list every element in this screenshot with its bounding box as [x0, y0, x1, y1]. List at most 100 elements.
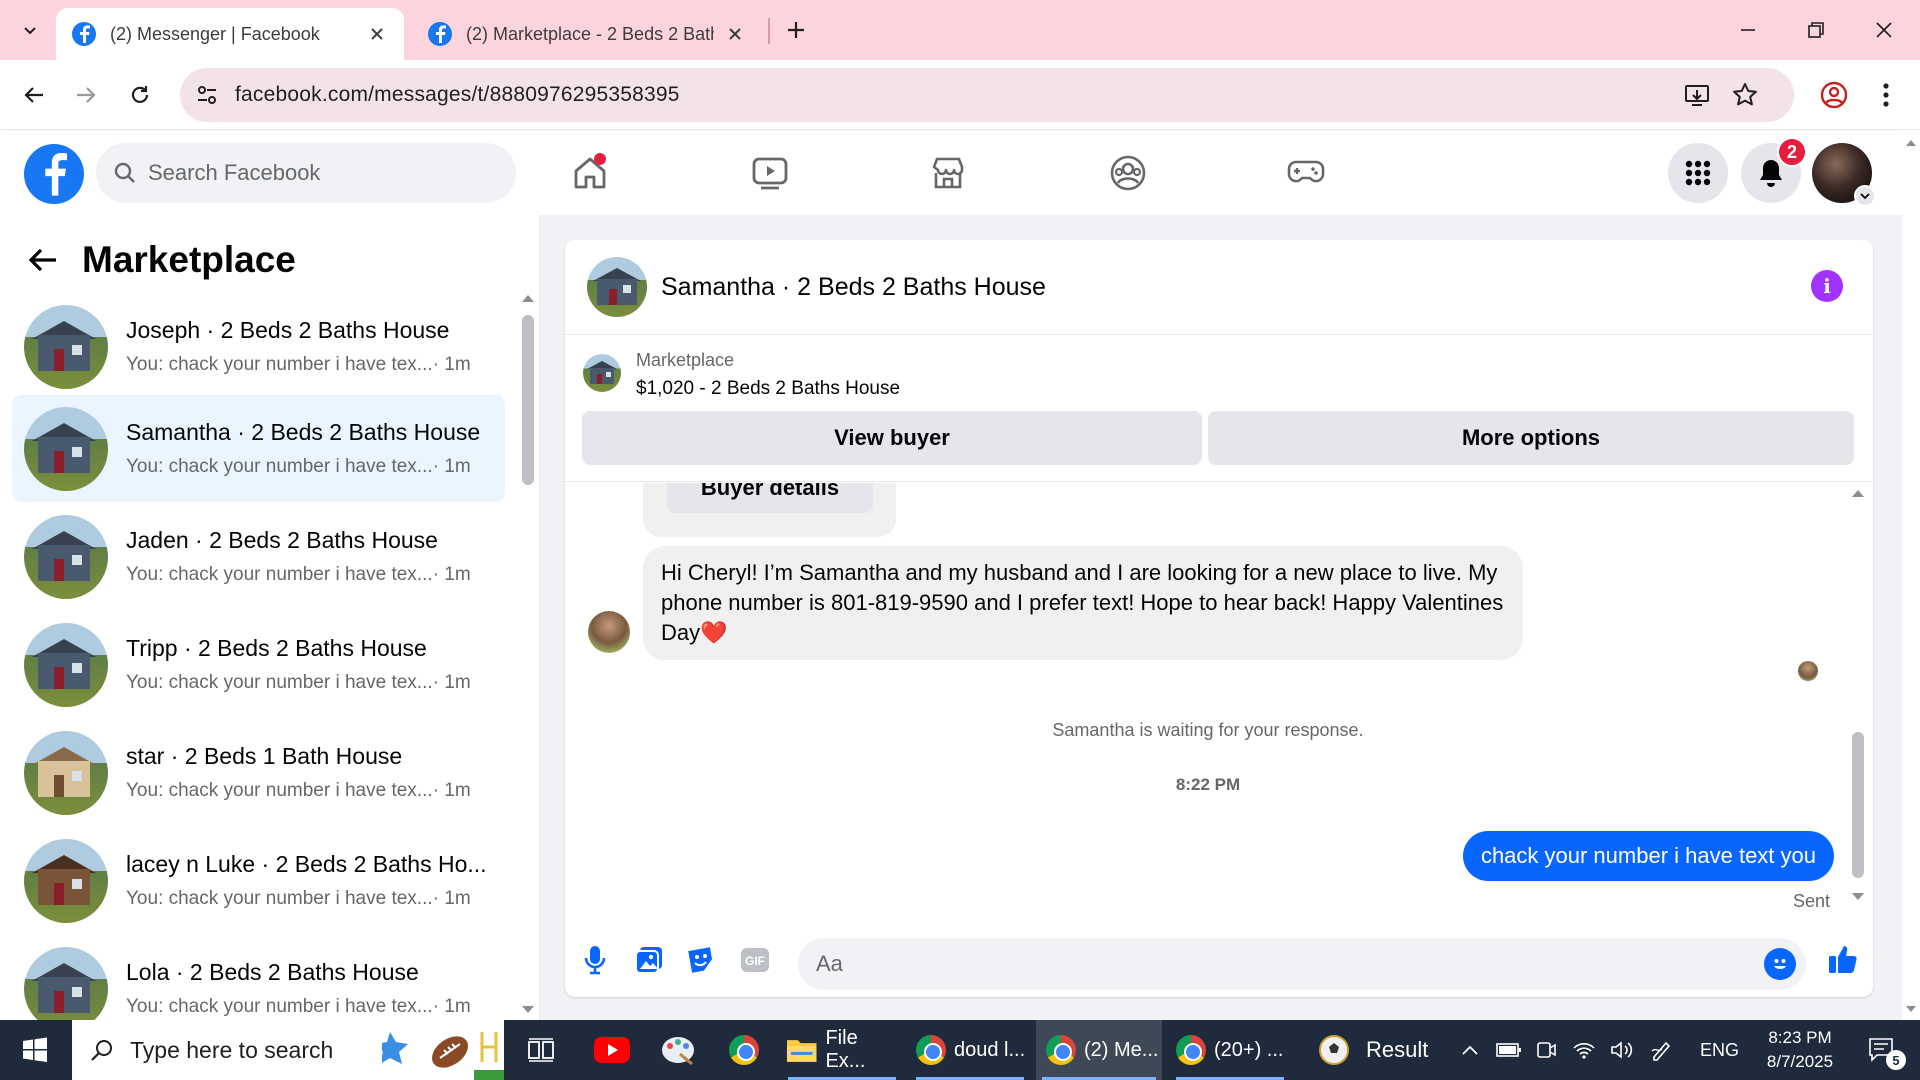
pen-icon[interactable]	[1650, 1039, 1674, 1061]
reload-button[interactable]	[120, 75, 160, 115]
facebook-search-box[interactable]	[96, 143, 516, 203]
nav-groups[interactable]	[1098, 145, 1158, 201]
sender-avatar[interactable]	[588, 611, 630, 653]
taskbar-chrome-facebook[interactable]: (20+) ...	[1170, 1020, 1290, 1080]
account-avatar[interactable]	[1812, 143, 1876, 207]
battery-icon[interactable]	[1496, 1041, 1522, 1059]
nav-marketplace[interactable]	[918, 145, 978, 201]
conversation-time: · 1m	[432, 780, 471, 801]
conversation-item[interactable]: star · 2 Beds 1 Bath House You: chack you…	[12, 719, 505, 826]
close-window-button[interactable]	[1850, 0, 1918, 60]
tab-search-dropdown[interactable]	[10, 10, 50, 50]
facebook-search-input[interactable]	[148, 160, 478, 186]
back-button[interactable]	[14, 75, 54, 115]
taskbar-chrome[interactable]	[716, 1020, 772, 1080]
nav-home[interactable]	[560, 145, 620, 201]
volume-icon[interactable]	[1610, 1040, 1634, 1060]
notification-badge: 2	[1777, 137, 1807, 167]
menu-button[interactable]	[1668, 143, 1728, 203]
taskbar-youtube[interactable]	[584, 1020, 640, 1080]
chat-title[interactable]: Samantha · 2 Beds 2 Baths House	[661, 273, 1046, 302]
conversation-item-selected[interactable]: Samantha · 2 Beds 2 Baths House You: chac…	[12, 395, 505, 502]
tab-messenger[interactable]: (2) Messenger | Facebook	[56, 8, 404, 60]
close-tab-icon[interactable]	[724, 23, 746, 45]
taskbar-result-widget[interactable]: Result	[1318, 1020, 1438, 1080]
taskbar-app-label: (20+) ...	[1214, 1038, 1284, 1061]
more-options-button[interactable]: More options	[1208, 411, 1854, 465]
taskbar-search-box[interactable]: Type here to search	[72, 1020, 504, 1080]
gif-label: GIF	[745, 954, 765, 968]
profile-button[interactable]	[1814, 75, 1854, 115]
page-scrollbar[interactable]	[1902, 131, 1920, 1020]
task-view-button[interactable]	[516, 1020, 566, 1080]
listing-thumbnail[interactable]	[583, 354, 621, 392]
task-view-icon	[528, 1038, 554, 1062]
facebook-logo-icon[interactable]	[24, 144, 84, 204]
chrome-icon	[1176, 1035, 1206, 1065]
scroll-down-arrow-icon[interactable]	[520, 1005, 536, 1015]
back-arrow-icon[interactable]	[28, 247, 58, 273]
listing-category: Marketplace	[636, 350, 735, 370]
conversation-info-icon[interactable]: i	[1811, 270, 1843, 302]
conversation-name: Samantha · 2 Beds 2 Baths House	[126, 419, 481, 445]
emoji-icon[interactable]	[1764, 948, 1796, 980]
buyer-details-button[interactable]: Buyer details	[667, 483, 873, 513]
taskbar-paint[interactable]	[650, 1020, 706, 1080]
view-buyer-button[interactable]: View buyer	[582, 411, 1202, 465]
meet-now-icon[interactable]	[1536, 1039, 1556, 1061]
scroll-up-arrow-icon[interactable]	[1905, 139, 1917, 147]
conversation-item[interactable]: Tripp · 2 Beds 2 Baths House You: chack y…	[12, 611, 505, 718]
voice-clip-button[interactable]	[577, 942, 613, 978]
browser-menu-button[interactable]	[1866, 75, 1906, 115]
notifications-button[interactable]: 2	[1741, 137, 1807, 203]
seen-indicator-avatar	[1798, 661, 1818, 681]
listing-thumbnail	[24, 838, 108, 923]
listing-title[interactable]: $1,020 - 2 Beds 2 Baths House	[636, 378, 900, 400]
taskbar-chrome-messenger[interactable]: (2) Me...	[1036, 1020, 1162, 1080]
scroll-up-arrow-icon[interactable]	[520, 293, 536, 303]
install-app-icon[interactable]	[1684, 82, 1710, 108]
bookmark-star-icon[interactable]	[1732, 82, 1758, 108]
forward-button[interactable]	[66, 75, 106, 115]
start-button[interactable]	[0, 1020, 70, 1080]
chat-listing-avatar[interactable]	[587, 257, 647, 317]
chevron-up-icon[interactable]	[1460, 1043, 1480, 1057]
conversation-item[interactable]: lacey n Luke · 2 Beds 2 Baths Ho... You: …	[12, 827, 505, 934]
scroll-down-arrow-icon[interactable]	[1850, 892, 1866, 902]
taskbar-clock[interactable]: 8:23 PM 8/7/2025	[1740, 1026, 1860, 1074]
chat-scrollbar-thumb[interactable]	[1852, 732, 1864, 878]
attach-photo-button[interactable]	[631, 942, 667, 978]
tab-marketplace[interactable]: (2) Marketplace - 2 Beds 2 Baths	[412, 8, 762, 60]
conversation-name: Joseph · 2 Beds 2 Baths House	[126, 317, 450, 343]
sticker-button[interactable]	[683, 942, 719, 978]
like-button[interactable]	[1823, 939, 1863, 979]
scroll-down-arrow-icon[interactable]	[1905, 1005, 1917, 1013]
site-info-icon[interactable]	[196, 84, 218, 106]
conversation-item[interactable]: Jaden · 2 Beds 2 Baths House You: chack y…	[12, 503, 505, 610]
taskbar-file-explorer[interactable]: File Ex...	[782, 1020, 902, 1080]
nav-gaming[interactable]	[1276, 145, 1336, 201]
minimize-button[interactable]	[1714, 0, 1782, 60]
sidebar-scrollbar-thumb[interactable]	[522, 315, 534, 485]
gif-button[interactable]: GIF	[737, 942, 773, 978]
restore-button[interactable]	[1782, 0, 1850, 60]
chrome-icon	[1046, 1035, 1076, 1065]
taskbar-chrome-window[interactable]: doud l...	[910, 1020, 1030, 1080]
message-input-box[interactable]	[798, 938, 1806, 990]
scroll-up-arrow-icon[interactable]	[1850, 488, 1866, 498]
conversation-item[interactable]: Joseph · 2 Beds 2 Baths House You: chack …	[12, 293, 505, 400]
conversation-time: · 1m	[432, 456, 471, 477]
close-tab-icon[interactable]	[366, 23, 388, 45]
message-input[interactable]	[816, 951, 1716, 977]
paint-palette-icon	[662, 1037, 694, 1066]
action-center-button[interactable]: 5	[1858, 1020, 1908, 1080]
nav-video[interactable]	[740, 145, 800, 201]
wifi-icon[interactable]	[1572, 1040, 1596, 1060]
language-indicator[interactable]: ENG	[1700, 1040, 1739, 1061]
taskbar-app-label: doud l...	[954, 1038, 1026, 1061]
tab-title: (2) Marketplace - 2 Beds 2 Baths	[466, 23, 714, 44]
address-bar[interactable]: facebook.com/messages/t/8880976295358395	[180, 68, 1794, 122]
windows-taskbar: Type here to search File Ex... doud l...…	[0, 1020, 1920, 1080]
facebook-favicon-icon	[428, 22, 452, 46]
new-tab-button[interactable]	[780, 14, 812, 46]
